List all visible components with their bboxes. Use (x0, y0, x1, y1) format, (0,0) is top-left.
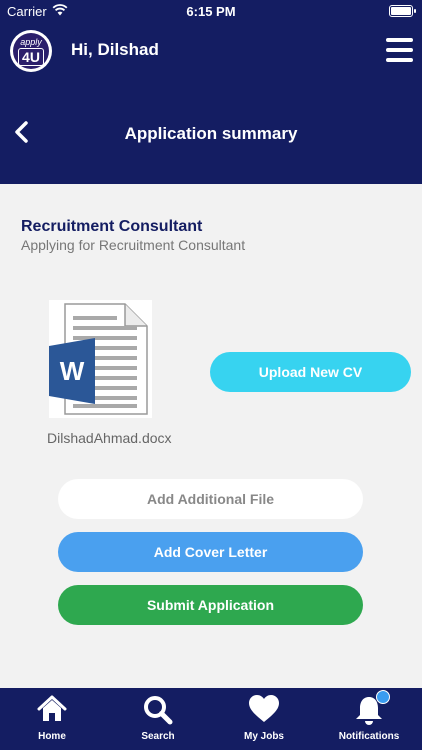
tab-my-jobs[interactable]: My Jobs (233, 688, 295, 750)
status-time: 6:15 PM (186, 4, 236, 19)
job-subtitle: Applying for Recruitment Consultant (21, 237, 246, 253)
tab-search-label: Search (141, 731, 175, 742)
logo-text-bottom: 4U (18, 48, 44, 66)
home-icon (37, 695, 67, 721)
word-document-icon[interactable]: W (49, 300, 152, 418)
tab-notifications-label: Notifications (338, 731, 400, 742)
add-additional-file-button[interactable]: Add Additional File (58, 479, 363, 519)
tab-my-jobs-label: My Jobs (243, 731, 284, 742)
heart-icon (249, 695, 279, 722)
notification-badge (376, 690, 390, 704)
search-icon (144, 696, 173, 725)
battery-icon (389, 5, 416, 17)
bottom-tab-bar: Home Search My Jobs Notifications (0, 688, 422, 750)
upload-new-cv-button[interactable]: Upload New CV (210, 352, 411, 392)
submit-application-button[interactable]: Submit Application (58, 585, 363, 625)
tab-search[interactable]: Search (128, 688, 188, 750)
word-letter: W (60, 356, 85, 386)
page-title: Application summary (124, 124, 298, 143)
user-greeting: Hi, Dilshad (71, 40, 159, 59)
tab-notifications[interactable]: Notifications (330, 688, 408, 750)
app-header: Carrier 6:15 PM apply 4U Hi, Dilshad App… (0, 0, 422, 184)
tab-home-label: Home (38, 731, 66, 742)
add-cover-letter-button[interactable]: Add Cover Letter (58, 532, 363, 572)
cv-filename[interactable]: DilshadAhmad.docx (47, 430, 172, 446)
status-bar: Carrier 6:15 PM (0, 0, 422, 22)
job-title: Recruitment Consultant (21, 218, 203, 235)
apply4u-logo[interactable]: apply 4U (10, 30, 52, 72)
hamburger-menu-icon[interactable] (386, 38, 413, 64)
tab-home[interactable]: Home (22, 688, 82, 750)
logo-text-top: apply (20, 37, 42, 47)
